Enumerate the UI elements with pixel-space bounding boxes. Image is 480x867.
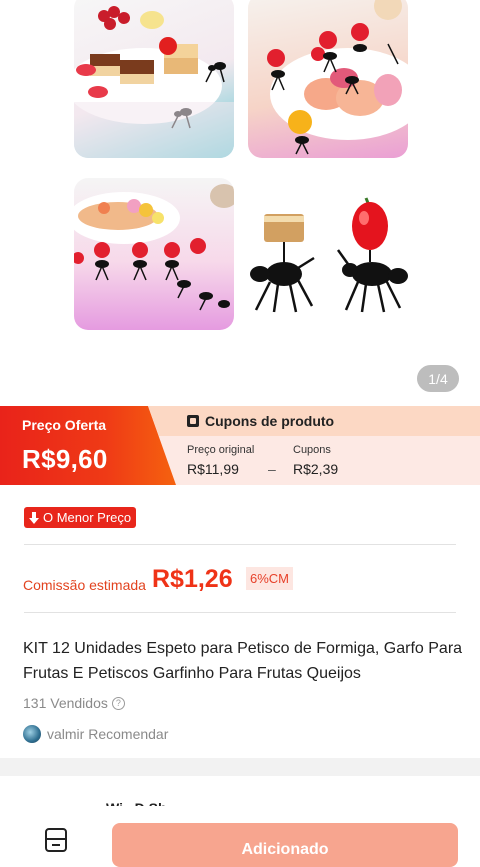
store-name-peek: Wi...D Sh... xyxy=(106,800,178,806)
coupons-value: R$2,39 xyxy=(293,461,339,477)
coupons-label: Cupons xyxy=(293,444,331,456)
coupon-ticket-icon xyxy=(187,415,199,427)
product-image-4[interactable] xyxy=(248,178,408,330)
divider xyxy=(24,544,456,545)
lowest-price-label: O Menor Preço xyxy=(43,510,132,525)
original-price-label: Preço original xyxy=(187,444,255,456)
price-separator: – xyxy=(268,461,276,477)
product-title: KIT 12 Unidades Espeto para Petisco de F… xyxy=(23,640,463,682)
image-page-indicator: 1/4 xyxy=(417,365,459,392)
section-separator xyxy=(0,758,480,776)
product-image-2[interactable] xyxy=(248,0,408,158)
commission-value: R$1,26 xyxy=(152,565,233,593)
price-band: Preço Oferta R$9,60 Cupons de produto Pr… xyxy=(0,406,480,485)
sold-count: 131 Vendidos ? xyxy=(23,695,125,711)
store-icon[interactable] xyxy=(44,828,68,854)
product-image-1[interactable] xyxy=(74,0,234,158)
divider xyxy=(24,612,456,613)
offer-price-panel: Preço Oferta R$9,60 xyxy=(0,406,176,485)
offer-price-value: R$9,60 xyxy=(22,444,108,474)
original-price-value: R$11,99 xyxy=(187,461,239,477)
commission-label: Comissão estimada xyxy=(23,577,146,593)
product-image-gallery[interactable]: 1/4 xyxy=(0,0,480,406)
avatar xyxy=(23,725,41,743)
recommender-text: valmir Recomendar xyxy=(47,726,169,742)
sold-count-text: 131 Vendidos xyxy=(23,695,108,711)
product-image-3[interactable] xyxy=(74,178,234,330)
help-icon[interactable]: ? xyxy=(111,696,125,710)
added-button[interactable]: Adicionado xyxy=(112,823,458,867)
lowest-price-badge: O Menor Preço xyxy=(24,507,137,528)
commission-rate-badge: 6%CM xyxy=(246,567,294,590)
coupon-header-title: Cupons de produto xyxy=(205,413,335,429)
coupon-header[interactable]: Cupons de produto xyxy=(148,406,480,436)
recommender-row[interactable]: valmir Recomendar xyxy=(23,725,168,743)
arrow-down-icon xyxy=(28,511,40,525)
offer-price-label: Preço Oferta xyxy=(22,417,107,433)
